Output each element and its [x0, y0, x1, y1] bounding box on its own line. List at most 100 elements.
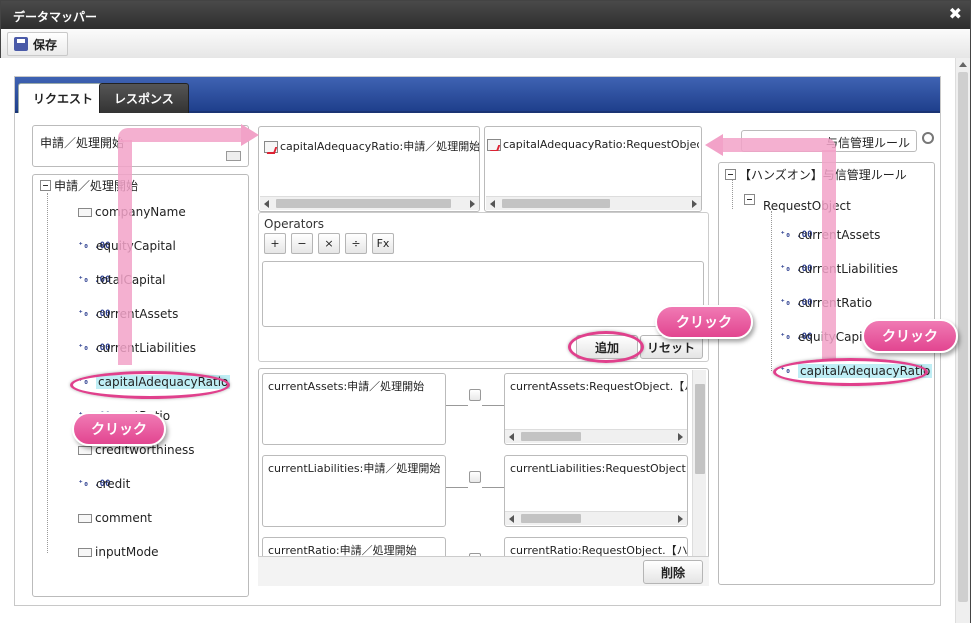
save-button[interactable]: 保存 — [7, 32, 69, 56]
flow-icon — [487, 139, 501, 151]
left-tree-item[interactable]: ⁺₀ .00 currentLiabilities — [78, 341, 196, 355]
left-tree-item-label: currentAssets — [96, 307, 179, 321]
scroll-left-icon[interactable] — [509, 515, 514, 523]
mapping-checkbox[interactable] — [469, 471, 481, 483]
drag-arrow-right-top — [722, 138, 836, 152]
scroll-right-icon[interactable] — [470, 200, 475, 208]
target-tree-object-label: RequestObject — [763, 199, 851, 213]
number-type-icon: ⁺₀ .00 — [780, 263, 813, 274]
mappings-footer — [258, 556, 709, 586]
mapping-target-field[interactable]: capitalAdequacyRatio:RequestObject — [484, 126, 702, 212]
mapping-connector — [482, 405, 504, 406]
horizontal-scrollbar[interactable] — [486, 196, 701, 210]
scroll-up-icon[interactable] — [959, 62, 967, 67]
mapping-connector — [446, 405, 468, 406]
scroll-right-icon[interactable] — [678, 433, 683, 441]
mapping-source[interactable]: currentAssets:申請／処理開始 — [262, 373, 446, 445]
scrollbar-thumb[interactable] — [276, 199, 451, 208]
drag-arrow-left-shaft — [118, 140, 132, 365]
mapping-connector — [446, 487, 468, 488]
scrollbar-thumb[interactable] — [502, 199, 610, 208]
left-tree-item-label: currentLiabilities — [96, 341, 196, 355]
mapping-source-text: currentLiabilities:申請／処理開始 — [268, 462, 441, 475]
mapping-connector — [482, 487, 504, 488]
number-type-icon: ⁺₀ .00 — [78, 274, 111, 285]
arrow-right-icon — [241, 124, 259, 146]
right-tree-item[interactable]: ⁺₀ .00 currentLiabilities — [780, 262, 898, 276]
source-search-value: 申請／処理開始 — [40, 136, 125, 150]
mapping-source-field[interactable]: capitalAdequacyRatio:申請／処理開始 — [258, 126, 480, 212]
mapping-target[interactable]: currentRatio:RequestObject.【ハン — [504, 537, 688, 557]
number-type-icon: ⁺₀ .00 — [78, 240, 111, 251]
horizontal-scrollbar[interactable] — [505, 511, 687, 525]
arrow-left-icon — [705, 134, 723, 156]
collapse-icon[interactable] — [725, 169, 736, 180]
mapping-source[interactable]: currentLiabilities:申請／処理開始 — [262, 455, 446, 527]
right-tree-item-label: currentLiabilities — [798, 262, 898, 276]
expression-textarea[interactable] — [262, 261, 704, 327]
mapping-target-text: currentAssets:RequestObject.【ハ — [510, 380, 688, 393]
target-tree-object[interactable] — [744, 194, 755, 205]
toolbar: 保存 — [1, 29, 970, 59]
scrollbar-thumb[interactable] — [521, 432, 581, 441]
scroll-right-icon[interactable] — [692, 200, 697, 208]
operator-button[interactable]: Fx — [372, 233, 394, 254]
collapse-icon[interactable] — [40, 180, 51, 191]
mappings-scrollbar[interactable] — [692, 370, 706, 556]
scroll-left-icon[interactable] — [490, 200, 495, 208]
drag-arrow-left-top — [118, 128, 243, 142]
number-type-icon: ⁺₀ .00 — [780, 229, 813, 240]
floppy-disk-icon — [14, 37, 28, 51]
flow-icon — [264, 141, 278, 153]
left-tree-item-label: equityCapital — [96, 239, 176, 253]
mapping-source[interactable]: currentRatio:申請／処理開始 — [262, 537, 446, 557]
tree-guide — [732, 179, 733, 209]
mapping-target-text: currentLiabilities:RequestObject.【 — [510, 462, 688, 475]
number-type-icon: ⁺₀ .00 — [780, 331, 813, 342]
highlight-ring-target — [773, 358, 928, 386]
scroll-left-icon[interactable] — [264, 200, 269, 208]
click-callout-left: クリック — [72, 412, 166, 446]
operator-button[interactable]: + — [264, 233, 286, 254]
tree-guide — [771, 211, 772, 371]
string-type-icon — [78, 207, 92, 217]
target-search-value: 与信管理ルール — [825, 136, 910, 150]
tab-bar: リクエスト レスポンス — [15, 77, 940, 113]
click-callout-right: クリック — [862, 319, 958, 353]
scrollbar-thumb[interactable] — [695, 384, 705, 474]
title-bar: データマッパー ✖ — [1, 1, 970, 29]
number-type-icon: ⁺₀ .00 — [780, 297, 813, 308]
operator-button[interactable]: ÷ — [345, 233, 367, 254]
mapping-source-label: capitalAdequacyRatio:申請／処理開始 — [280, 140, 479, 153]
right-tree-item-label: currentAssets — [798, 228, 881, 242]
click-callout-center: クリック — [655, 305, 753, 339]
delete-button[interactable]: 削除 — [643, 560, 703, 584]
horizontal-scrollbar[interactable] — [260, 196, 479, 210]
tab-response[interactable]: レスポンス — [99, 83, 189, 113]
left-tree-item-label: companyName — [95, 205, 186, 219]
close-icon[interactable]: ✖ — [949, 4, 962, 23]
scroll-left-icon[interactable] — [509, 433, 514, 441]
drag-arrow-right-shaft — [822, 150, 836, 360]
highlight-ring-source — [70, 371, 230, 399]
mapping-source-text: currentAssets:申請／処理開始 — [268, 380, 425, 393]
scrollbar-thumb[interactable] — [521, 514, 581, 523]
mapping-target-label: capitalAdequacyRatio:RequestObject — [503, 138, 699, 151]
list-icon[interactable] — [226, 151, 241, 161]
scroll-right-icon[interactable] — [678, 515, 683, 523]
number-type-icon: ⁺₀ .00 — [78, 308, 111, 319]
operators-label: Operators — [264, 217, 324, 231]
horizontal-scrollbar[interactable] — [505, 429, 687, 443]
operator-button[interactable]: × — [318, 233, 340, 254]
collapse-icon[interactable] — [744, 194, 755, 205]
search-icon[interactable] — [922, 132, 934, 144]
mapping-checkbox[interactable] — [469, 389, 481, 401]
number-type-icon: ⁺₀ .00 — [78, 342, 111, 353]
target-tree-root[interactable]: 【ハンズオン】与信管理ルール — [725, 166, 907, 183]
highlight-ring-add — [568, 331, 644, 363]
mapping-target[interactable]: currentAssets:RequestObject.【ハ — [504, 373, 688, 445]
tab-request[interactable]: リクエスト — [18, 83, 109, 113]
mapping-target[interactable]: currentLiabilities:RequestObject.【 — [504, 455, 688, 527]
operator-button[interactable]: − — [291, 233, 313, 254]
window-title: データマッパー — [13, 10, 98, 24]
